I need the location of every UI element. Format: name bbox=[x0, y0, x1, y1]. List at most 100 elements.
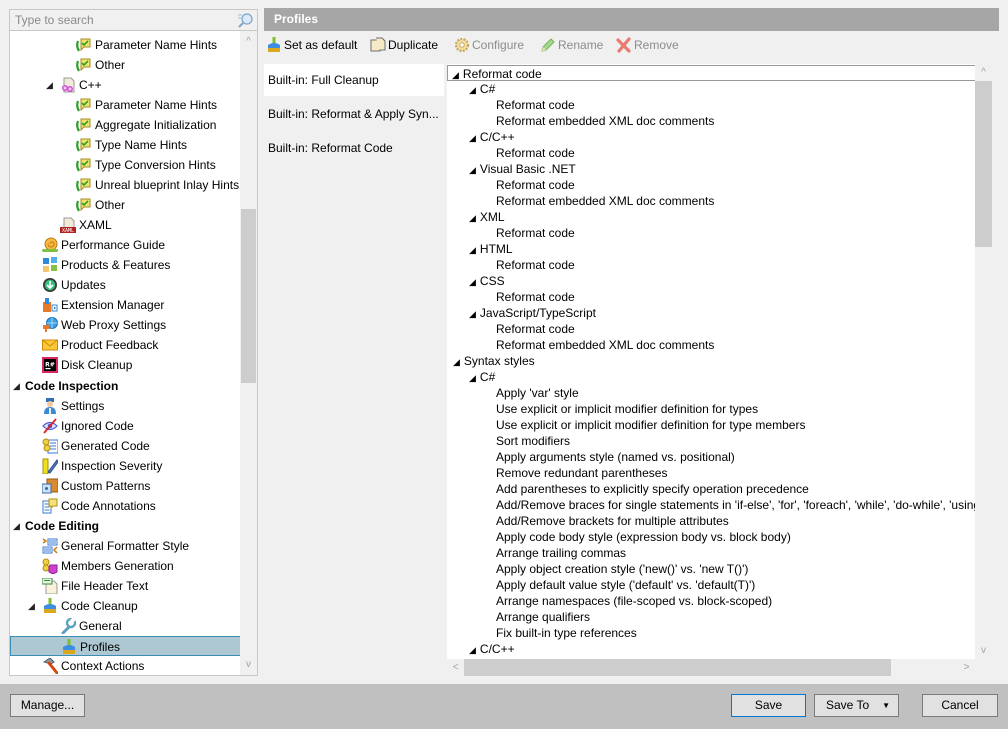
cleanup-group-item[interactable]: ◢ JavaScript/TypeScript bbox=[469, 305, 596, 321]
expand-arrow-icon[interactable]: ◢ bbox=[469, 245, 476, 255]
tree-item[interactable]: Products & Features bbox=[10, 255, 240, 275]
expand-arrow-icon[interactable]: ◢ bbox=[469, 85, 476, 95]
expand-arrow-icon[interactable]: ◢ bbox=[453, 357, 460, 367]
cancel-button[interactable]: Cancel bbox=[922, 694, 998, 717]
tree-item[interactable]: General bbox=[10, 616, 240, 636]
expand-arrow-icon[interactable]: ◢ bbox=[469, 645, 476, 655]
cleanup-task-item[interactable]: Reformat embedded XML doc comments bbox=[496, 113, 714, 129]
scrollbar-thumb[interactable] bbox=[241, 209, 256, 383]
cleanup-group-item[interactable]: ◢ Reformat code bbox=[447, 65, 975, 81]
tree-item[interactable]: Other bbox=[10, 55, 240, 75]
expand-arrow-icon[interactable]: ◢ bbox=[46, 75, 56, 95]
cleanup-task-item[interactable]: Reformat embedded XML doc comments bbox=[496, 193, 714, 209]
cleanup-group-item[interactable]: ◢ Visual Basic .NET bbox=[469, 161, 576, 177]
cleanup-task-item[interactable]: Arrange trailing commas bbox=[496, 545, 626, 561]
cleanup-task-item[interactable]: Apply code body style (expression body v… bbox=[496, 529, 791, 545]
cleanup-task-item[interactable]: Arrange namespaces (file-scoped vs. bloc… bbox=[496, 593, 772, 609]
search-icon[interactable] bbox=[237, 12, 254, 28]
tree-item[interactable]: Web Proxy Settings bbox=[10, 315, 240, 335]
cleanup-task-item[interactable]: Reformat code bbox=[496, 97, 575, 113]
cleanup-task-item[interactable]: Sort modifiers bbox=[496, 433, 570, 449]
save-button[interactable]: Save bbox=[731, 694, 806, 717]
cleanup-group-item[interactable]: ◢ C/C++ bbox=[469, 129, 515, 145]
tree-item[interactable]: ◢ Code Cleanup bbox=[10, 596, 240, 616]
cleanup-group-item[interactable]: ◢ Syntax styles bbox=[453, 353, 535, 369]
tree-item[interactable]: Updates bbox=[10, 275, 240, 295]
expand-arrow-icon[interactable]: ◢ bbox=[469, 133, 476, 143]
tree-item[interactable]: Context Actions bbox=[10, 656, 240, 675]
tree-item[interactable]: Performance Guide bbox=[10, 235, 240, 255]
tree-item[interactable]: Generated Code bbox=[10, 436, 240, 456]
tree-vertical-scrollbar[interactable]: ^ v bbox=[240, 31, 257, 675]
tree-item[interactable]: ◢ Code Inspection bbox=[10, 376, 240, 396]
cleanup-task-item[interactable]: Reformat code bbox=[496, 225, 575, 241]
cleanup-group-item[interactable]: ◢ C/C++ bbox=[469, 641, 515, 657]
scroll-up-icon[interactable]: ^ bbox=[240, 33, 257, 50]
dropdown-arrow-icon[interactable]: ▼ bbox=[882, 695, 890, 716]
scrollbar-thumb[interactable] bbox=[464, 659, 891, 676]
tree-item[interactable]: Type Name Hints bbox=[10, 135, 240, 155]
scroll-right-icon[interactable]: > bbox=[958, 659, 975, 676]
tree-item[interactable]: Custom Patterns bbox=[10, 476, 240, 496]
cleanup-task-item[interactable]: Arrange qualifiers bbox=[496, 609, 590, 625]
scroll-down-icon[interactable]: v bbox=[975, 642, 992, 659]
tree-item[interactable]: Other bbox=[10, 195, 240, 215]
cleanup-task-item[interactable]: Apply object creation style ('new()' vs.… bbox=[496, 561, 748, 577]
tree-item[interactable]: Members Generation bbox=[10, 556, 240, 576]
manage-button[interactable]: Manage... bbox=[10, 694, 85, 717]
cleanup-group-item[interactable]: ◢ C# bbox=[469, 81, 495, 97]
profile-item[interactable]: Built-in: Reformat & Apply Syn... bbox=[264, 98, 444, 130]
tree-item[interactable]: Inspection Severity bbox=[10, 456, 240, 476]
cleanup-group-item[interactable]: ◢ XML bbox=[469, 209, 505, 225]
details-horizontal-scrollbar[interactable]: < > bbox=[447, 659, 975, 676]
cleanup-task-item[interactable]: Remove redundant parentheses bbox=[496, 465, 667, 481]
cleanup-task-item[interactable]: Fix built-in type references bbox=[496, 625, 637, 641]
expand-arrow-icon[interactable]: ◢ bbox=[469, 165, 476, 175]
tree-item[interactable]: Unreal blueprint Inlay Hints bbox=[10, 175, 240, 195]
search-input[interactable] bbox=[10, 10, 230, 30]
cleanup-task-item[interactable]: Use explicit or implicit modifier defini… bbox=[496, 401, 758, 417]
expand-arrow-icon[interactable]: ◢ bbox=[469, 309, 476, 319]
tree-item[interactable]: Aggregate Initialization bbox=[10, 115, 240, 135]
cleanup-group-item[interactable]: ◢ HTML bbox=[469, 241, 513, 257]
scroll-up-icon[interactable]: ^ bbox=[975, 64, 992, 81]
tree-item[interactable]: Parameter Name Hints bbox=[10, 35, 240, 55]
cleanup-group-item[interactable]: ◢ C# bbox=[469, 369, 495, 385]
cleanup-task-item[interactable]: Reformat code bbox=[496, 177, 575, 193]
scroll-down-icon[interactable]: v bbox=[240, 656, 257, 673]
cleanup-group-item[interactable]: ◢ CSS bbox=[469, 273, 505, 289]
tree-item[interactable]: Extension Manager bbox=[10, 295, 240, 315]
tree-item[interactable]: ◢ C++ bbox=[10, 75, 240, 95]
tree-item[interactable]: R# Disk Cleanup bbox=[10, 355, 240, 375]
cleanup-task-item[interactable]: Add parentheses to explicitly specify op… bbox=[496, 481, 809, 497]
cleanup-task-item[interactable]: Use explicit or implicit modifier defini… bbox=[496, 417, 805, 433]
expand-arrow-icon[interactable]: ◢ bbox=[452, 70, 459, 80]
scroll-left-icon[interactable]: < bbox=[447, 659, 464, 676]
expand-arrow-icon[interactable]: ◢ bbox=[13, 376, 23, 396]
expand-arrow-icon[interactable]: ◢ bbox=[28, 596, 38, 616]
cleanup-task-item[interactable]: Add/Remove brackets for multiple attribu… bbox=[496, 513, 729, 529]
tree-item[interactable]: Profiles bbox=[10, 636, 241, 656]
expand-arrow-icon[interactable]: ◢ bbox=[469, 213, 476, 223]
tree-item[interactable]: Code Annotations bbox=[10, 496, 240, 516]
tree-item[interactable]: ◢ Code Editing bbox=[10, 516, 240, 536]
cleanup-task-item[interactable]: Reformat code bbox=[496, 289, 575, 305]
cleanup-task-item[interactable]: Apply arguments style (named vs. positio… bbox=[496, 449, 735, 465]
cleanup-task-item[interactable]: Apply default value style ('default' vs.… bbox=[496, 577, 755, 593]
tree-item[interactable]: File Header Text bbox=[10, 576, 240, 596]
details-vertical-scrollbar[interactable]: ^ v bbox=[975, 64, 992, 659]
expand-arrow-icon[interactable]: ◢ bbox=[469, 277, 476, 287]
cleanup-task-item[interactable]: Reformat code bbox=[496, 321, 575, 337]
expand-arrow-icon[interactable]: ◢ bbox=[13, 516, 23, 536]
search-box[interactable] bbox=[9, 9, 258, 31]
tree-item[interactable]: Settings bbox=[10, 396, 240, 416]
tree-item[interactable]: Ignored Code bbox=[10, 416, 240, 436]
expand-arrow-icon[interactable]: ◢ bbox=[469, 373, 476, 383]
tree-item[interactable]: Parameter Name Hints bbox=[10, 95, 240, 115]
cleanup-task-item[interactable]: Reformat code bbox=[496, 257, 575, 273]
save-to-button[interactable]: Save To ▼ bbox=[814, 694, 899, 717]
cleanup-task-item[interactable]: Apply 'var' style bbox=[496, 385, 579, 401]
tree-item[interactable]: Product Feedback bbox=[10, 335, 240, 355]
cleanup-task-item[interactable]: Add/Remove braces for single statements … bbox=[496, 497, 975, 513]
profile-item[interactable]: Built-in: Full Cleanup bbox=[264, 64, 444, 96]
